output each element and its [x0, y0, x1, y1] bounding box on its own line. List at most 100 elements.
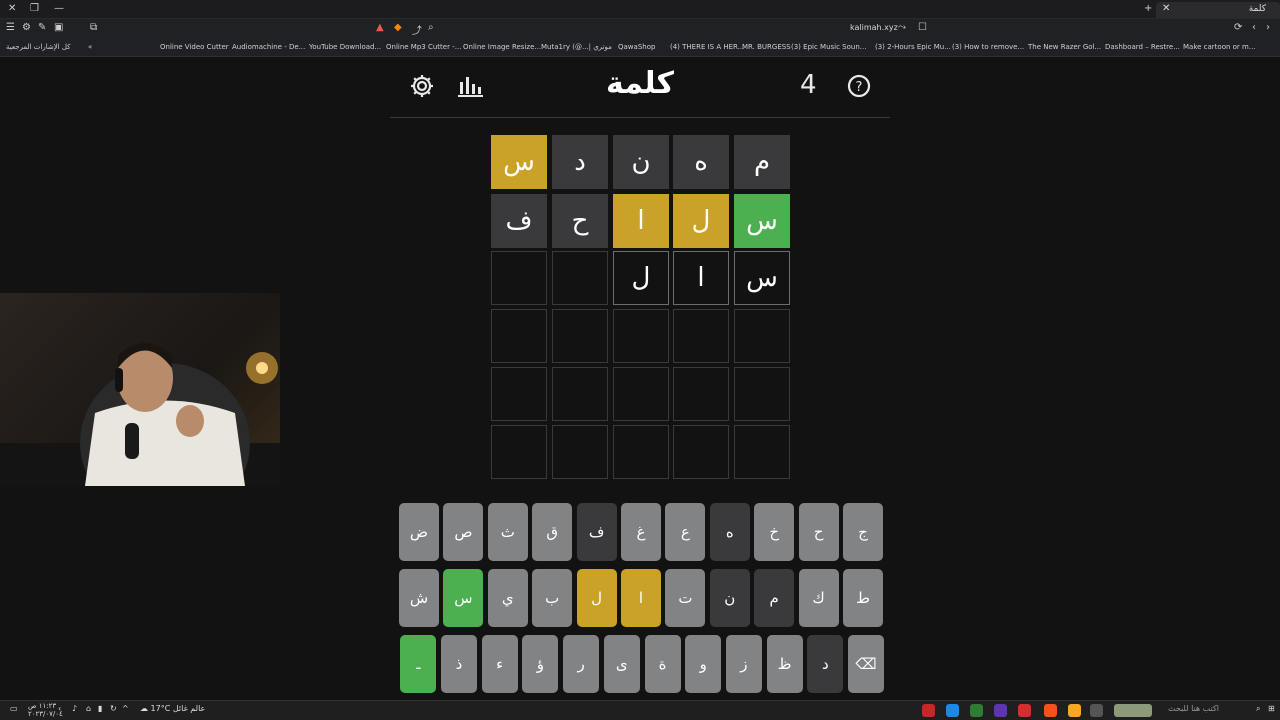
streamer-video	[0, 343, 280, 486]
task-view-icon[interactable]	[1090, 704, 1103, 717]
board-tile: ح	[552, 194, 608, 248]
menu-icon[interactable]: ☰	[6, 22, 15, 33]
bookmark-item[interactable]: Make cartoon or m...	[1183, 43, 1256, 51]
bookmark-item[interactable]: Online Image Resize...	[463, 43, 541, 51]
bookmarks-overflow-icon[interactable]: «	[88, 43, 92, 51]
keyboard-key[interactable]: خ	[754, 503, 795, 561]
address-bar[interactable]: kalimah.xyz	[850, 23, 898, 32]
bookmark-item[interactable]: Online Video Cutter	[160, 43, 229, 51]
backspace-key[interactable]: ⌫	[848, 635, 884, 693]
widget-icon[interactable]	[1114, 704, 1152, 717]
bookmark-item[interactable]: Dashboard – Restre...	[1105, 43, 1180, 51]
rewards-icon[interactable]: ◆	[394, 22, 402, 33]
tab-close-icon[interactable]: ✕	[1162, 3, 1170, 14]
sync-icon[interactable]: ↻	[110, 704, 117, 713]
notification-icon[interactable]: ‹	[58, 704, 61, 713]
network-icon[interactable]: ⌂	[86, 704, 91, 713]
settings-icon[interactable]: ⚙	[22, 22, 31, 33]
app-icon[interactable]	[922, 704, 935, 717]
keyboard-key[interactable]: ص	[443, 503, 484, 561]
keyboard-key[interactable]: س	[443, 569, 484, 627]
bookmark-item[interactable]: (3) 2-Hours Epic Mu...	[875, 43, 951, 51]
board-tile	[613, 425, 669, 479]
help-icon[interactable]: ?	[845, 72, 873, 100]
bookmark-item[interactable]: YouTube Download...	[309, 43, 381, 51]
keyboard-key[interactable]: ث	[487, 503, 528, 561]
keyboard-key[interactable]: ش	[399, 569, 439, 627]
app-icon[interactable]	[946, 704, 959, 717]
battery-icon[interactable]: ▮	[98, 704, 102, 713]
keyboard-key[interactable]: ز	[725, 635, 762, 693]
tray-overflow-icon[interactable]: ^	[122, 704, 129, 713]
tab-title: كلمة	[1248, 4, 1266, 14]
minimize-window-icon[interactable]: —	[54, 3, 64, 14]
zoom-icon[interactable]: ⌕	[428, 22, 434, 33]
keyboard-key[interactable]: م	[754, 569, 795, 627]
clock-time: ١١:٢٣ ص	[28, 702, 57, 710]
keyboard-key[interactable]: ل	[576, 569, 617, 627]
weather-widget[interactable]: ☁ 17°C عالم غائل	[140, 704, 205, 713]
keyboard-key[interactable]: ط	[843, 569, 883, 627]
bookmark-item[interactable]: Muta1ry (@...| موتري	[541, 43, 612, 51]
keyboard-key[interactable]: ض	[399, 503, 439, 561]
keyboard-key[interactable]: ن	[709, 569, 750, 627]
keyboard-key[interactable]: ع	[665, 503, 706, 561]
webcam-overlay	[0, 293, 280, 486]
brave-shield-icon[interactable]: ▲	[376, 22, 384, 33]
keyboard-key[interactable]: د	[807, 635, 844, 693]
keyboard-key[interactable]: ك	[798, 569, 839, 627]
new-tab-icon[interactable]: +	[1144, 3, 1152, 14]
bookmark-item[interactable]: (3) Epic Music Soun...	[791, 43, 866, 51]
search-icon[interactable]: ⌕	[1256, 704, 1260, 714]
keyboard-key[interactable]: ؤ	[522, 635, 559, 693]
keyboard-key[interactable]: ب	[532, 569, 573, 627]
reload-icon[interactable]: ⟳	[1234, 22, 1242, 33]
bookmark-icon[interactable]: ☐	[918, 22, 927, 33]
restore-window-icon[interactable]: ❐	[30, 3, 39, 14]
brave-icon[interactable]	[1044, 704, 1057, 717]
excel-icon[interactable]	[970, 704, 983, 717]
keyboard-key[interactable]: ى	[603, 635, 640, 693]
bookmark-all[interactable]: كل الإشارات المرجعية	[6, 43, 71, 51]
keyboard-key[interactable]: ي	[487, 569, 528, 627]
keyboard-key[interactable]: ف	[576, 503, 617, 561]
keyboard-key[interactable]: ر	[563, 635, 600, 693]
bookmark-item[interactable]: The New Razer Gol...	[1028, 43, 1101, 51]
taskbar-search[interactable]: اكتب هنا للبحث	[1168, 704, 1219, 713]
keyboard-key[interactable]: ـ	[400, 635, 437, 693]
bookmark-item[interactable]: Audiomachine - De...	[232, 43, 305, 51]
keyboard-key[interactable]: و	[685, 635, 722, 693]
bookmark-item[interactable]: (4) THERE IS A HER...	[670, 43, 744, 51]
share-icon[interactable]: ⤴	[412, 22, 422, 37]
file-explorer-icon[interactable]	[1068, 704, 1081, 717]
keyboard-key[interactable]: ه	[709, 503, 750, 561]
keyboard-key[interactable]: ا	[621, 569, 661, 627]
show-desktop-icon[interactable]: ▭	[10, 704, 18, 713]
app-icon[interactable]	[1018, 704, 1031, 717]
bookmark-item[interactable]: (3) How to remove...	[952, 43, 1024, 51]
browser-tab[interactable]: ✕ كلمة	[1156, 2, 1280, 18]
sidebar-icon[interactable]: ▣	[54, 22, 63, 33]
app-icon[interactable]	[994, 704, 1007, 717]
close-window-icon[interactable]: ✕	[8, 3, 16, 14]
keyboard-key[interactable]: ة	[644, 635, 681, 693]
board-tile: س	[491, 135, 547, 189]
keyboard-key[interactable]: ح	[798, 503, 839, 561]
keyboard-key[interactable]: ق	[532, 503, 573, 561]
bookmark-item[interactable]: MR. BURGESS	[742, 43, 791, 51]
keyboard-key[interactable]: ظ	[766, 635, 803, 693]
keyboard-key[interactable]: ذ	[441, 635, 477, 693]
bookmark-item[interactable]: QawaShop	[618, 43, 655, 51]
extensions-icon[interactable]: ✎	[38, 22, 46, 33]
keyboard-key[interactable]: ء	[481, 635, 518, 693]
forward-icon[interactable]: ›	[1266, 22, 1270, 33]
bookmark-item[interactable]: Online Mp3 Cutter -...	[386, 43, 461, 51]
start-icon[interactable]: ⊞	[1268, 704, 1275, 713]
keyboard-key[interactable]: ج	[843, 503, 883, 561]
keyboard-key[interactable]: ت	[665, 569, 706, 627]
back-icon[interactable]: ‹	[1252, 22, 1256, 33]
share-link-icon[interactable]: ⤳	[898, 22, 906, 33]
volume-icon[interactable]: ♪	[72, 704, 77, 713]
screenshot-icon[interactable]: ⧉	[90, 22, 97, 33]
keyboard-key[interactable]: غ	[621, 503, 661, 561]
